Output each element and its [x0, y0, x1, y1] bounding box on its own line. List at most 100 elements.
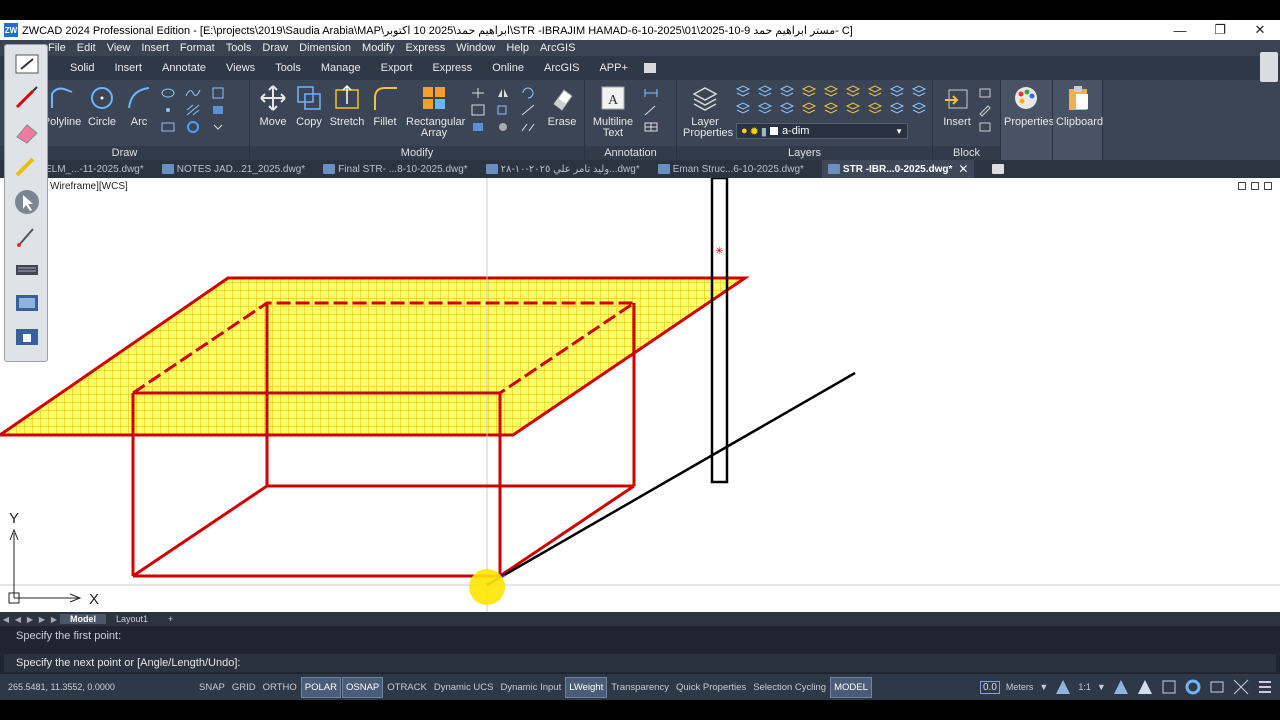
tab-views[interactable]: Views — [226, 62, 255, 74]
menu-draw[interactable]: Draw — [262, 42, 288, 54]
layer-tool-icon[interactable] — [779, 101, 795, 115]
menu-modify[interactable]: Modify — [362, 42, 394, 54]
insert-block-button[interactable]: Insert — [935, 84, 979, 128]
rectangle-icon[interactable] — [160, 120, 176, 134]
clipboard-panel[interactable]: Clipboard — [1053, 80, 1103, 160]
menu-view[interactable]: View — [107, 42, 131, 54]
drawing-canvas[interactable]: ✳ Y X Wireframe][WCS] — [0, 178, 1280, 612]
menu-tools[interactable]: Tools — [226, 42, 252, 54]
doc-tab[interactable]: وليد تامر علي ٢٠٢٥-١٠-٢٨...dwg* — [485, 164, 640, 175]
block-attribute-icon[interactable] — [977, 120, 993, 134]
layer-tool-icon[interactable] — [845, 84, 861, 98]
properties-panel[interactable]: Properties — [1001, 80, 1054, 160]
model-space-drawing[interactable]: ✳ Y X — [0, 178, 1280, 612]
menu-file[interactable]: File — [48, 42, 66, 54]
leader-icon[interactable] — [643, 103, 659, 117]
menu-window[interactable]: Window — [456, 42, 495, 54]
layer-tool-icon[interactable] — [867, 101, 883, 115]
osnap-toggle[interactable]: OSNAP — [341, 676, 384, 698]
trim-icon[interactable] — [470, 86, 486, 100]
add-layout-button[interactable]: + — [158, 614, 183, 624]
layer-tool-icon[interactable] — [911, 84, 927, 98]
eraser-tool-icon[interactable] — [13, 119, 41, 145]
doc-tab[interactable]: Eman Struc...6-10-2025.dwg* — [657, 164, 804, 175]
layer-tool-icon[interactable] — [823, 101, 839, 115]
quick-properties-toggle[interactable]: Quick Properties — [673, 682, 749, 693]
doc-tab-active[interactable]: STR -IBR...0-2025.dwg* ✕ — [821, 160, 975, 178]
menu-format[interactable]: Format — [180, 42, 215, 54]
edit-block-icon[interactable] — [977, 103, 993, 117]
menu-insert[interactable]: Insert — [141, 42, 169, 54]
annotation-scale-icon[interactable] — [1054, 678, 1072, 696]
annotation-visibility-icon[interactable] — [1112, 678, 1130, 696]
mirror-icon[interactable] — [495, 86, 511, 100]
tab-express[interactable]: Express — [432, 62, 472, 74]
snap-toggle[interactable]: SNAP — [196, 682, 228, 693]
model-toggle[interactable]: MODEL — [830, 676, 872, 698]
point-icon[interactable] — [160, 103, 176, 117]
annotation-scale-label[interactable]: 1:1 — [1078, 682, 1091, 692]
next-layout-icon[interactable]: ▶ — [24, 615, 36, 624]
hatch-icon[interactable] — [185, 103, 201, 117]
close-button[interactable]: ✕ — [1240, 20, 1280, 40]
brush-icon[interactable] — [13, 223, 41, 249]
multiline-text-button[interactable]: A Multiline Text — [591, 84, 635, 139]
dynamic-input-toggle[interactable]: Dynamic Input — [498, 682, 565, 693]
first-layout-icon[interactable]: ◀ — [0, 615, 12, 624]
hardware-acceleration-icon[interactable] — [1208, 678, 1226, 696]
chamfer-icon[interactable] — [470, 120, 486, 134]
gear-icon[interactable] — [1184, 678, 1202, 696]
auto-scale-icon[interactable] — [1136, 678, 1154, 696]
prev-layout-icon[interactable]: ◀ — [12, 615, 24, 624]
layer-tool-icon[interactable] — [889, 84, 905, 98]
layer-tool-icon[interactable] — [889, 101, 905, 115]
tab-tools[interactable]: Tools — [275, 62, 301, 74]
layer-tool-icon[interactable] — [911, 101, 927, 115]
break-icon[interactable] — [520, 120, 536, 134]
ribbon-minimize-icon[interactable] — [643, 63, 656, 73]
layer-tool-icon[interactable] — [845, 101, 861, 115]
workspace-icon[interactable] — [1160, 678, 1178, 696]
tab-app-plus[interactable]: APP+ — [599, 62, 627, 74]
menu-express[interactable]: Express — [405, 42, 445, 54]
cursor-coordinates[interactable]: 265.5481, 11.3552, 0.0000 — [8, 682, 115, 692]
polygon-icon[interactable] — [210, 86, 226, 100]
new-tab-button[interactable] — [992, 164, 1007, 174]
anno-scale-dropdown-icon[interactable]: ▼ — [1097, 682, 1106, 692]
viewport-minimize-icon[interactable] — [1238, 182, 1246, 190]
layer-tool-icon[interactable] — [735, 84, 751, 98]
restore-button[interactable]: ❐ — [1200, 20, 1240, 40]
layer-tool-icon[interactable] — [779, 84, 795, 98]
clipboard-button[interactable]: Clipboard — [1056, 84, 1103, 128]
layer-tool-icon[interactable] — [735, 101, 751, 115]
ribbon-scroll-widget[interactable] — [1260, 52, 1278, 82]
pencil-pad-icon[interactable] — [13, 51, 41, 77]
tab-insert[interactable]: Insert — [114, 62, 142, 74]
box-edge[interactable] — [499, 484, 635, 578]
join-icon[interactable] — [495, 120, 511, 134]
viewport-restore-icon[interactable] — [1251, 182, 1259, 190]
tab-layout1[interactable]: Layout1 — [106, 614, 158, 624]
layer-tool-icon[interactable] — [801, 84, 817, 98]
layer-tool-icon[interactable] — [757, 84, 773, 98]
tab-arcgis[interactable]: ArcGIS — [544, 62, 579, 74]
doc-tab[interactable]: NOTES JAD...21_2025.dwg* — [161, 164, 305, 175]
tab-export[interactable]: Export — [381, 62, 413, 74]
layer-dropdown[interactable]: ● ✹ ▮ a-dim ▼ — [736, 123, 908, 139]
menu-arcgis[interactable]: ArcGIS — [540, 42, 575, 54]
selection-cycling-toggle[interactable]: Selection Cycling — [750, 682, 829, 693]
explode-icon[interactable] — [520, 103, 536, 117]
close-tab-icon[interactable]: ✕ — [958, 162, 968, 176]
box-edge[interactable] — [132, 484, 268, 578]
pointer-icon[interactable] — [13, 189, 41, 215]
spline-icon[interactable] — [185, 86, 201, 100]
donut-icon[interactable] — [185, 120, 201, 134]
create-block-icon[interactable] — [977, 86, 993, 100]
full-screen-icon[interactable] — [1232, 678, 1250, 696]
minimize-button[interactable]: — — [1160, 20, 1200, 40]
region-icon[interactable] — [210, 103, 226, 117]
tab-annotate[interactable]: Annotate — [162, 62, 206, 74]
doc-tab[interactable]: Final STR- ...8-10-2025.dwg* — [323, 164, 468, 175]
grid-toggle[interactable]: GRID — [229, 682, 259, 693]
column-outline[interactable] — [710, 178, 729, 484]
